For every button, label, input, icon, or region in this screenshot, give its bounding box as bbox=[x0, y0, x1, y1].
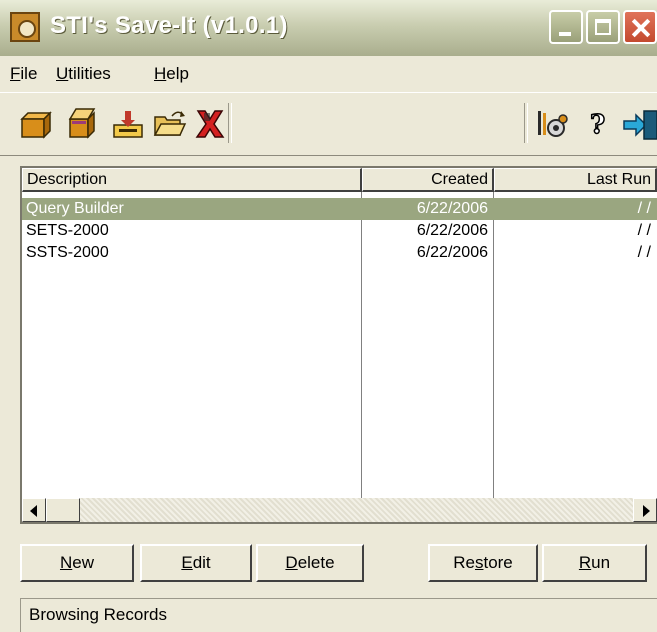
records-list[interactable]: Description Created Last Run Query Build… bbox=[20, 166, 657, 524]
maximize-button[interactable] bbox=[586, 10, 620, 44]
row-last-run: / / bbox=[637, 244, 651, 261]
row-created: 6/22/2006 bbox=[416, 222, 488, 239]
title-bar[interactable]: STI's Save-It (v1.0.1) bbox=[0, 0, 657, 56]
toolbar-separator bbox=[524, 103, 528, 143]
row-created: 6/22/2006 bbox=[416, 200, 488, 217]
menu-help-label: elp bbox=[166, 64, 189, 83]
menu-utilities-label: tilities bbox=[68, 64, 111, 83]
column-header-description[interactable]: Description bbox=[22, 168, 362, 192]
app-safe-icon[interactable] bbox=[10, 12, 40, 42]
list-header: Description Created Last Run bbox=[22, 168, 657, 192]
run-button-accel: R bbox=[578, 553, 592, 572]
menu-file-label: ile bbox=[20, 64, 38, 83]
status-bar: Browsing Records bbox=[20, 598, 657, 632]
table-row[interactable]: Query Builder 6/22/2006 / / bbox=[22, 198, 657, 220]
svg-text:?: ? bbox=[590, 110, 605, 140]
window-title: STI's Save-It (v1.0.1) bbox=[50, 12, 288, 39]
restore-button-prefix: Re bbox=[453, 553, 475, 572]
run-button-label: un bbox=[591, 553, 611, 572]
toolbar: ? bbox=[0, 92, 657, 156]
chevron-left-icon bbox=[30, 505, 37, 517]
minimize-button[interactable] bbox=[549, 10, 583, 44]
row-description: SETS-2000 bbox=[26, 222, 109, 239]
delete-button[interactable]: Delete bbox=[256, 544, 364, 582]
edit-button-accel: E bbox=[181, 553, 193, 572]
open-folder-icon[interactable] bbox=[152, 107, 188, 141]
menu-file[interactable]: File bbox=[10, 64, 37, 84]
import-tray-icon[interactable] bbox=[110, 107, 146, 141]
menu-utilities[interactable]: Utilities bbox=[56, 64, 111, 84]
new-button-label: ew bbox=[72, 553, 94, 572]
table-row[interactable]: SSTS-2000 6/22/2006 / / bbox=[22, 242, 657, 264]
new-box-icon[interactable] bbox=[18, 107, 54, 141]
restore-button-label: tore bbox=[483, 553, 513, 572]
restore-button[interactable]: Restore bbox=[428, 544, 538, 582]
scroll-right-button[interactable] bbox=[633, 498, 657, 522]
edit-button[interactable]: Edit bbox=[140, 544, 252, 582]
new-button-accel: N bbox=[59, 553, 73, 572]
delete-x-icon[interactable] bbox=[192, 107, 228, 141]
help-question-icon[interactable]: ? bbox=[580, 107, 616, 141]
column-header-last-run[interactable]: Last Run bbox=[494, 168, 657, 192]
column-header-created[interactable]: Created bbox=[362, 168, 494, 192]
settings-gears-icon[interactable] bbox=[534, 107, 570, 141]
delete-button-accel: D bbox=[285, 553, 298, 572]
row-description: SSTS-2000 bbox=[26, 244, 109, 261]
menu-help-accel: H bbox=[154, 64, 167, 83]
delete-button-label: elete bbox=[297, 553, 335, 572]
close-button[interactable] bbox=[623, 10, 657, 44]
open-box-icon[interactable] bbox=[64, 107, 100, 141]
app-window: STI's Save-It (v1.0.1) File Utilities He… bbox=[0, 0, 657, 632]
toolbar-separator bbox=[228, 103, 232, 143]
row-created: 6/22/2006 bbox=[416, 244, 488, 261]
edit-button-label: dit bbox=[192, 553, 211, 572]
scroll-left-button[interactable] bbox=[22, 498, 46, 522]
chevron-right-icon bbox=[643, 505, 650, 517]
scroll-thumb[interactable] bbox=[46, 498, 80, 522]
menu-bar: File Utilities Help bbox=[0, 56, 657, 93]
menu-file-accel: F bbox=[10, 64, 21, 83]
menu-utilities-accel: U bbox=[56, 64, 69, 83]
table-row[interactable]: SETS-2000 6/22/2006 / / bbox=[22, 220, 657, 242]
menu-help[interactable]: Help bbox=[154, 64, 189, 84]
run-button[interactable]: Run bbox=[542, 544, 647, 582]
row-last-run: / / bbox=[637, 200, 651, 217]
exit-door-icon[interactable] bbox=[622, 107, 657, 141]
horizontal-scrollbar[interactable] bbox=[22, 498, 657, 522]
status-text: Browsing Records bbox=[29, 605, 167, 624]
new-button[interactable]: New bbox=[20, 544, 134, 582]
row-last-run: / / bbox=[637, 222, 651, 239]
row-description: Query Builder bbox=[26, 200, 124, 217]
